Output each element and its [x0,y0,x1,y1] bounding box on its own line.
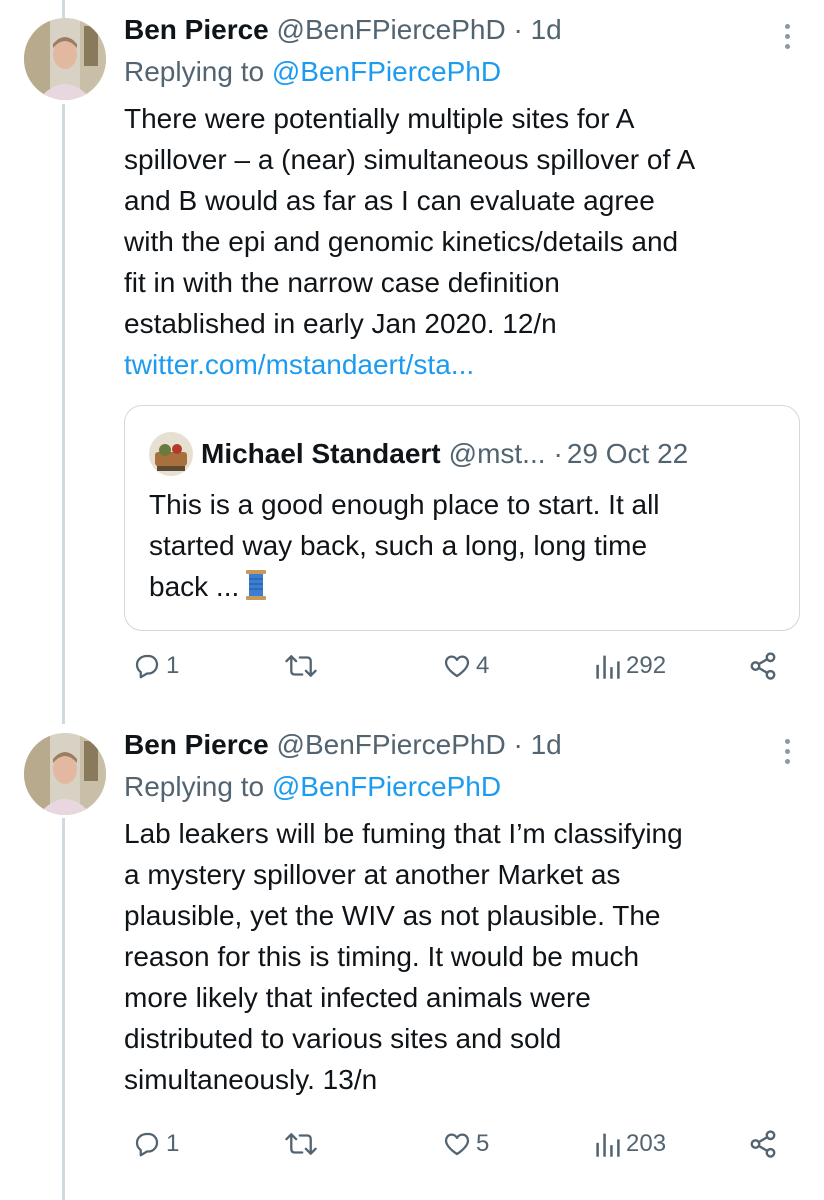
reply-count: 1 [166,1130,180,1157]
tweet-text-line: There were potentially multiple sites fo… [124,103,635,134]
tweet-text-line: reason for this is timing. It would be m… [124,941,640,972]
tweet-text-line: simultaneously. 13/n [124,1064,378,1095]
quoted-separator: · [553,438,563,469]
share-icon [748,651,778,681]
share-button[interactable] [748,651,778,681]
quoted-author-name: Michael Standaert [201,438,441,469]
heart-icon [442,1129,472,1159]
retweet-icon [284,651,318,681]
tweet-text-line: and B would as far as I can evaluate agr… [124,185,655,216]
author-name[interactable]: Ben Pierce [124,729,269,760]
reply-button[interactable]: 1 [132,651,179,681]
tweet-actions: 1 5 203 [124,1129,784,1169]
retweet-icon [284,1129,318,1159]
tweet-text-line: established in early Jan 2020. 12/n [124,308,557,339]
reply-button[interactable]: 1 [132,1129,179,1159]
reply-icon [132,651,162,681]
tweet-text-line: plausible, yet the WIV as not plausible.… [124,900,661,931]
tweet-link[interactable]: twitter.com/mstandaert/sta... [124,344,796,385]
like-count: 5 [476,1130,490,1157]
replying-handle-link[interactable]: @BenFPiercePhD [272,56,501,87]
author-handle[interactable]: @BenFPiercePhD [277,14,506,45]
more-options-icon[interactable] [782,739,792,764]
quoted-text-line: This is a good enough place to start. It… [149,489,660,520]
tweet-header: Ben Pierce @BenFPiercePhD · 1d [124,727,796,763]
quoted-text-line-last: back ... [149,571,240,602]
retweet-button[interactable] [284,1129,322,1159]
tweet-actions: 1 4 292 [124,651,784,691]
timestamp[interactable]: 1d [531,14,562,45]
reply-count: 1 [166,652,180,679]
views-count: 203 [626,1130,667,1157]
retweet-button[interactable] [284,651,322,681]
views-button[interactable]: 292 [594,651,666,681]
like-button[interactable]: 4 [442,651,489,681]
quoted-text-line: started way back, such a long, long time [149,530,648,561]
quoted-author-handle: @mst... [448,438,546,469]
views-icon [594,651,622,681]
spool-of-thread-icon [245,569,267,612]
replying-prefix: Replying to [124,771,265,802]
tweet-text-line: more likely that infected animals were [124,982,591,1013]
reply-icon [132,1129,162,1159]
share-icon [748,1129,778,1159]
tweet-text-line: fit in with the narrow case definition [124,267,560,298]
views-count: 292 [626,652,667,679]
tweet-text: Lab leakers will be fuming that I’m clas… [124,813,796,1100]
avatar[interactable] [24,733,106,815]
quoted-text-line: back ... [149,566,775,612]
like-count: 4 [476,652,490,679]
separator: · [513,14,523,45]
tweet[interactable]: Ben Pierce @BenFPiercePhD · 1d Replying … [0,715,824,1200]
tweet-text-line: distributed to various sites and sold [124,1023,562,1054]
views-icon [594,1129,622,1159]
heart-icon [442,651,472,681]
tweet-text-line: Lab leakers will be fuming that I’m clas… [124,818,683,849]
replying-handle-link[interactable]: @BenFPiercePhD [272,771,501,802]
quoted-text: This is a good enough place to start. It… [149,484,775,612]
replying-to: Replying to @BenFPiercePhD [124,769,796,805]
replying-prefix: Replying to [124,56,265,87]
quoted-tweet[interactable]: Michael Standaert @mst... · 29 Oct 22 Th… [124,405,800,631]
like-button[interactable]: 5 [442,1129,489,1159]
author-name[interactable]: Ben Pierce [124,14,269,45]
separator: · [513,729,523,760]
quoted-avatar [149,432,193,476]
tweet[interactable]: Ben Pierce @BenFPiercePhD · 1d Replying … [0,0,824,715]
more-options-icon[interactable] [782,24,792,49]
author-handle[interactable]: @BenFPiercePhD [277,729,506,760]
tweet-text-line: with the epi and genomic kinetics/detail… [124,226,679,257]
tweet-text-line: spillover – a (near) simultaneous spillo… [124,144,696,175]
tweet-header: Ben Pierce @BenFPiercePhD · 1d [124,12,796,48]
avatar[interactable] [24,18,106,100]
share-button[interactable] [748,1129,778,1159]
tweet-text-line: a mystery spillover at another Market as [124,859,621,890]
replying-to: Replying to @BenFPiercePhD [124,54,796,90]
quoted-timestamp: 29 Oct 22 [566,438,689,469]
tweet-text: There were potentially multiple sites fo… [124,98,796,385]
quoted-tweet-header: Michael Standaert @mst... · 29 Oct 22 [149,432,688,476]
timestamp[interactable]: 1d [531,729,562,760]
views-button[interactable]: 203 [594,1129,666,1159]
